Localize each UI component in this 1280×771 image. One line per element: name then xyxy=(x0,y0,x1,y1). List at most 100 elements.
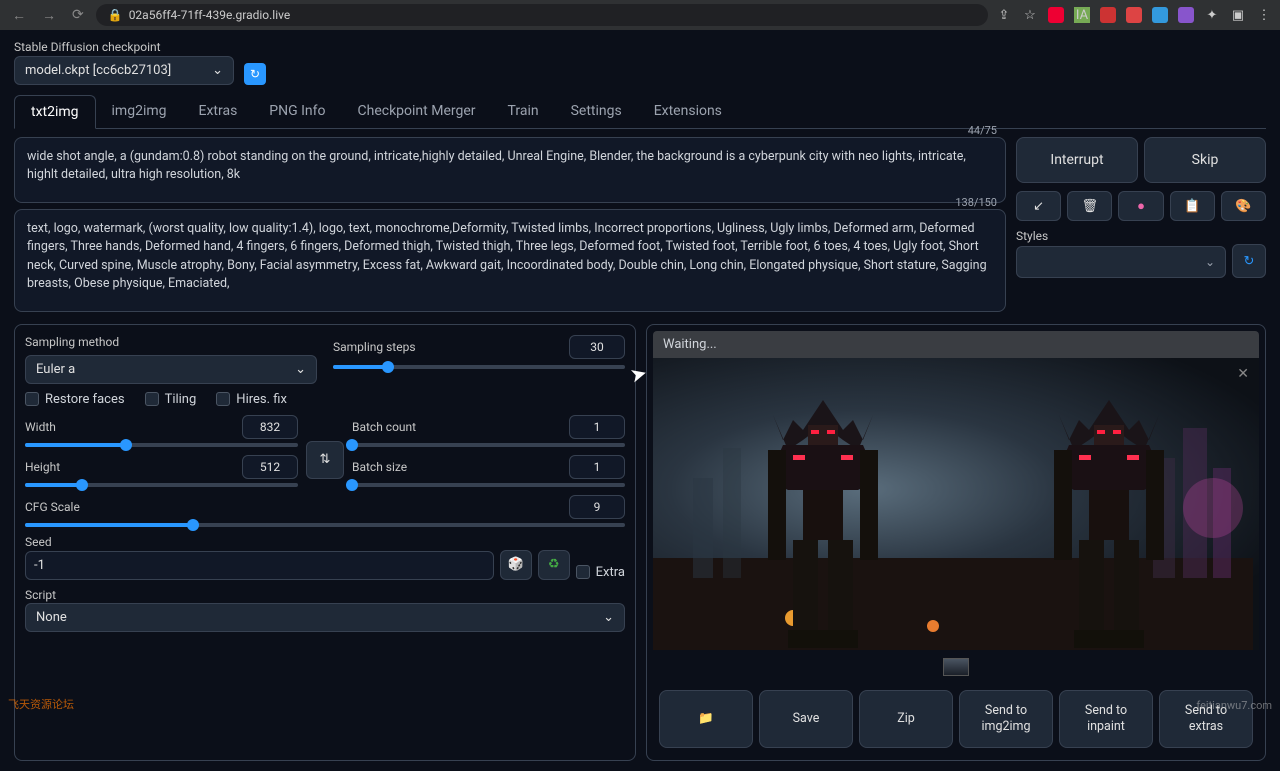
checkpoint-select[interactable]: model.ckpt [cc6cb27103] ⌄ xyxy=(14,56,234,85)
prompt-token-count: 44/75 xyxy=(968,124,997,137)
batch-count-value[interactable]: 1 xyxy=(569,415,625,439)
robot-right xyxy=(1019,390,1199,650)
ext-icon-3[interactable] xyxy=(1126,7,1142,23)
ext-icon-4[interactable] xyxy=(1152,7,1168,23)
tab-extras[interactable]: Extras xyxy=(183,95,254,128)
skip-button[interactable]: Skip xyxy=(1144,137,1266,183)
panel-icon[interactable]: ▣ xyxy=(1230,7,1246,23)
batch-size-slider[interactable] xyxy=(352,483,625,487)
negative-prompt-input[interactable]: 138/150 text, logo, watermark, (worst qu… xyxy=(14,209,1006,312)
random-seed-button[interactable]: 🎲 xyxy=(500,550,532,580)
checkbox-row: Restore faces Tiling Hires. fix xyxy=(25,392,625,407)
reuse-seed-button[interactable]: ♻ xyxy=(538,550,570,580)
send-to-inpaint-button[interactable]: Send to inpaint xyxy=(1059,690,1153,749)
menu-icon[interactable]: ⋮ xyxy=(1256,7,1272,23)
batch-size-value[interactable]: 1 xyxy=(569,455,625,479)
share-icon[interactable]: ⇪ xyxy=(996,7,1012,23)
url-bar[interactable]: 🔒 02a56ff4-71ff-439e.gradio.live xyxy=(96,4,988,26)
app-root: Stable Diffusion checkpoint model.ckpt [… xyxy=(0,30,1280,771)
zip-button[interactable]: Zip xyxy=(859,690,953,749)
sampling-method-select[interactable]: Euler a ⌄ xyxy=(25,355,317,384)
neg-prompt-text: text, logo, watermark, (worst quality, l… xyxy=(27,220,993,293)
ext-icon-5[interactable] xyxy=(1178,7,1194,23)
tab-settings[interactable]: Settings xyxy=(555,95,638,128)
width-value[interactable]: 832 xyxy=(242,415,298,439)
chevron-down-icon: ⌄ xyxy=(212,63,223,78)
seed-input[interactable]: -1 xyxy=(25,551,494,580)
prompt-text: wide shot angle, a (gundam:0.8) robot st… xyxy=(27,148,993,184)
batch-count-slider[interactable] xyxy=(352,443,625,447)
generation-params: Sampling method Euler a ⌄ Sampling steps… xyxy=(14,324,636,762)
swap-dimensions-button[interactable]: ⇅ xyxy=(306,441,344,479)
main-tabs: txt2imgimg2imgExtrasPNG InfoCheckpoint M… xyxy=(14,95,1266,129)
output-image[interactable]: ✕ xyxy=(653,358,1259,650)
refresh-checkpoint-button[interactable]: ↻ xyxy=(244,63,266,85)
back-icon[interactable]: ← xyxy=(8,5,30,26)
tab-png-info[interactable]: PNG Info xyxy=(253,95,341,128)
checkpoint-label: Stable Diffusion checkpoint xyxy=(14,40,234,54)
height-slider[interactable] xyxy=(25,483,298,487)
sampling-method-label: Sampling method xyxy=(25,335,317,349)
cfg-slider[interactable] xyxy=(25,523,625,527)
height-label: Height xyxy=(25,460,60,474)
paste-button[interactable]: ↙ xyxy=(1016,191,1061,221)
hires-fix-check[interactable]: Hires. fix xyxy=(216,392,287,407)
sampling-method-value: Euler a xyxy=(36,362,75,377)
chevron-down-icon: ⌄ xyxy=(603,610,614,625)
chevron-down-icon: ⌄ xyxy=(295,362,306,377)
batch-size-label: Batch size xyxy=(352,460,407,474)
watermark-left: 飞天资源论坛 xyxy=(8,696,74,712)
tab-extensions[interactable]: Extensions xyxy=(638,95,738,128)
prompt-input[interactable]: 44/75 wide shot angle, a (gundam:0.8) ro… xyxy=(14,137,1006,203)
width-label: Width xyxy=(25,420,56,434)
cfg-label: CFG Scale xyxy=(25,500,80,514)
browser-chrome: ← → ⟳ 🔒 02a56ff4-71ff-439e.gradio.live ⇪… xyxy=(0,0,1280,30)
clipboard-button[interactable]: 📋 xyxy=(1170,191,1215,221)
lock-icon: 🔒 xyxy=(108,8,123,22)
params-row: Sampling method Euler a ⌄ Sampling steps… xyxy=(14,324,1266,762)
neg-prompt-token-count: 138/150 xyxy=(955,196,997,209)
thumbnail-row xyxy=(653,650,1259,684)
save-style-button[interactable]: 🎨 xyxy=(1221,191,1266,221)
sampling-steps-slider[interactable] xyxy=(333,365,625,369)
styles-label: Styles xyxy=(1016,229,1048,243)
reload-icon[interactable]: ⟳ xyxy=(68,5,88,25)
apply-style-button[interactable]: ↻ xyxy=(1232,244,1266,278)
script-select[interactable]: None ⌄ xyxy=(25,603,625,632)
chevron-down-icon: ⌄ xyxy=(1205,255,1215,269)
tiling-check[interactable]: Tiling xyxy=(145,392,197,407)
ext-icon-1[interactable] xyxy=(1048,7,1064,23)
width-slider[interactable] xyxy=(25,443,298,447)
watermark-right: feitianwu7.com xyxy=(1196,699,1272,712)
thumbnail[interactable] xyxy=(943,658,969,676)
checkpoint-value: model.ckpt [cc6cb27103] xyxy=(25,63,171,78)
tab-checkpoint-merger[interactable]: Checkpoint Merger xyxy=(342,95,492,128)
seed-label: Seed xyxy=(25,535,52,549)
restore-faces-check[interactable]: Restore faces xyxy=(25,392,125,407)
clear-button[interactable]: 🗑 xyxy=(1067,191,1112,221)
script-label: Script xyxy=(25,588,56,602)
save-button[interactable]: Save xyxy=(759,690,853,749)
extra-networks-button[interactable]: ● xyxy=(1118,191,1163,221)
output-buttons: 📁 Save Zip Send to img2img Send to inpai… xyxy=(653,684,1259,755)
tab-txt2img[interactable]: txt2img xyxy=(14,95,96,129)
styles-select[interactable]: ⌄ xyxy=(1016,246,1226,278)
batch-count-label: Batch count xyxy=(352,420,416,434)
send-to-img2img-button[interactable]: Send to img2img xyxy=(959,690,1053,749)
sampling-steps-value[interactable]: 30 xyxy=(569,335,625,359)
checkpoint-row: Stable Diffusion checkpoint model.ckpt [… xyxy=(14,40,1266,85)
height-value[interactable]: 512 xyxy=(242,455,298,479)
open-folder-button[interactable]: 📁 xyxy=(659,690,753,749)
star-icon[interactable]: ☆ xyxy=(1022,7,1038,23)
forward-icon[interactable]: → xyxy=(38,5,60,26)
puzzle-icon[interactable]: ✦ xyxy=(1204,7,1220,23)
ext-icon-ia[interactable]: IA xyxy=(1074,7,1090,23)
sampling-steps-label: Sampling steps xyxy=(333,340,416,354)
cfg-value[interactable]: 9 xyxy=(569,495,625,519)
extra-seed-check[interactable]: Extra xyxy=(576,565,625,580)
tab-train[interactable]: Train xyxy=(492,95,555,128)
ext-icon-2[interactable] xyxy=(1100,7,1116,23)
tab-img2img[interactable]: img2img xyxy=(96,95,183,128)
browser-toolbar: ⇪ ☆ IA ✦ ▣ ⋮ xyxy=(996,7,1272,23)
interrupt-button[interactable]: Interrupt xyxy=(1016,137,1138,183)
